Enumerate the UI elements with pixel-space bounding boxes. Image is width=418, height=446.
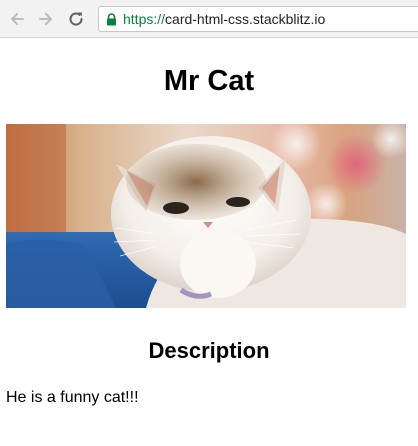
url-scheme: https:// [123,11,166,27]
forward-button[interactable] [35,8,57,30]
reload-button[interactable] [65,8,87,30]
arrow-right-icon [39,13,52,25]
cat-photo-illustration [6,124,406,308]
address-bar[interactable]: https://card-html-css.stackblitz.io [98,6,418,32]
back-button[interactable] [6,8,28,30]
card-title: Mr Cat [163,65,255,97]
reload-icon [69,12,83,26]
lock-icon [107,13,116,26]
page-content: Mr Cat Description He is a funny cat!!! [0,38,418,446]
url-text: https://card-html-css.stackblitz.io [123,11,325,28]
arrow-left-icon [11,13,24,25]
cat-image [6,124,406,308]
url-host: card-html-css.stackblitz.io [165,11,326,27]
description-heading: Description [148,338,270,363]
browser-toolbar: https://card-html-css.stackblitz.io [0,0,418,38]
description-text: He is a funny cat!!! [6,389,139,406]
